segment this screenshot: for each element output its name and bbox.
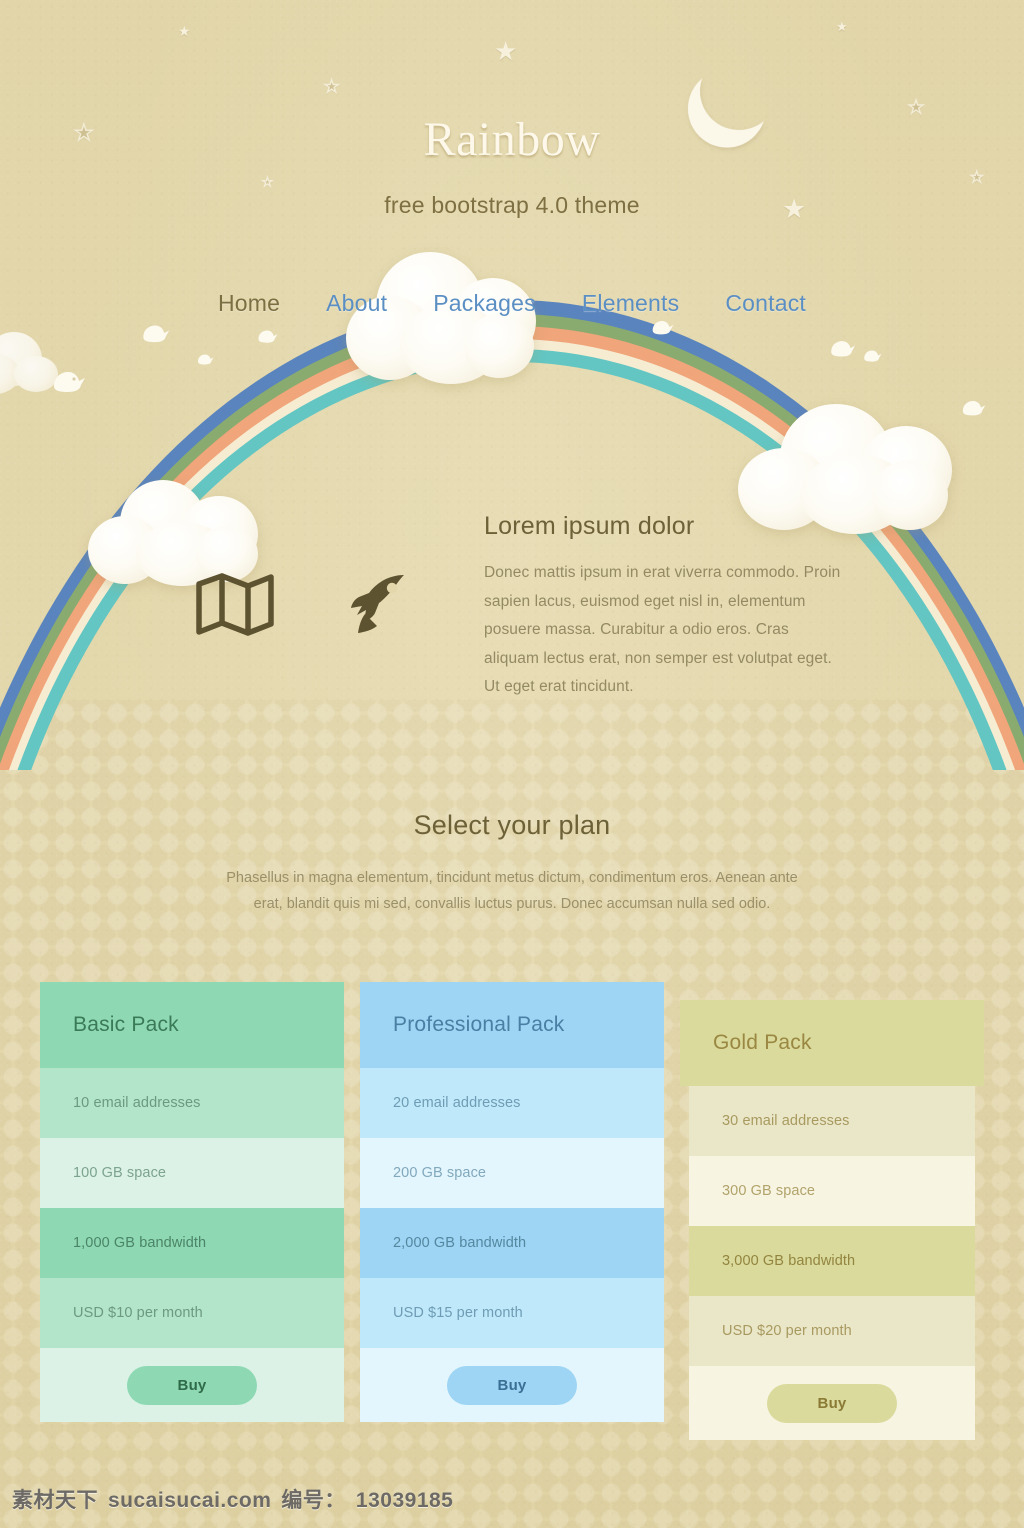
plan-footer: Buy (689, 1366, 975, 1440)
star-icon: ★ (261, 175, 273, 189)
plan-feature-row: 2,000 GB bandwidth (360, 1208, 664, 1278)
intro-heading: Lorem ipsum dolor (484, 512, 695, 540)
plan-card-gold[interactable]: Gold Pack 30 email addresses 300 GB spac… (680, 1000, 984, 1440)
plan-feature-row: 10 email addresses (40, 1068, 344, 1138)
nav-item-packages[interactable]: Packages (433, 290, 536, 317)
plan-card-basic[interactable]: Basic Pack 10 email addresses 100 GB spa… (40, 982, 344, 1422)
watermark-site: sucaisucai.com (108, 1489, 272, 1512)
page-subtitle: free bootstrap 4.0 theme (384, 192, 640, 218)
plan-feature-row: 1,000 GB bandwidth (40, 1208, 344, 1278)
page-title: Rainbow (423, 113, 601, 166)
watermark-id-label: 编号： (281, 1488, 346, 1512)
intro-body: Donec mattis ipsum in erat viverra commo… (484, 564, 841, 695)
buy-button[interactable]: Buy (767, 1383, 897, 1423)
plan-title: Gold Pack (680, 1000, 984, 1086)
nav-item-elements[interactable]: Elements (582, 290, 679, 317)
page-root: ★ ★ ★ ★ ★ ★ ★ ★ ★ Rainbow free bootstrap… (0, 0, 1024, 1528)
watermark-site-cn: 素材天下 (12, 1488, 98, 1512)
watermark-id-value: 13039185 (355, 1489, 454, 1512)
plan-feature-row: USD $15 per month (360, 1278, 664, 1348)
plan-feature-row: USD $20 per month (689, 1296, 975, 1366)
star-icon: ★ (969, 169, 984, 186)
intro-section: Lorem ipsum dolor Donec mattis ipsum in … (484, 512, 844, 702)
plan-feature-list: 30 email addresses 300 GB space 3,000 GB… (689, 1086, 975, 1366)
plan-feature-row: 300 GB space (689, 1156, 975, 1226)
main-navigation: Home About Packages Elements Contact (0, 290, 1024, 317)
buy-button[interactable]: Buy (447, 1365, 577, 1405)
plan-feature-list: 20 email addresses 200 GB space 2,000 GB… (360, 1068, 664, 1348)
plans-heading: Select your plan (413, 810, 611, 840)
nav-item-home[interactable]: Home (218, 290, 280, 317)
plan-card-professional[interactable]: Professional Pack 20 email addresses 200… (360, 982, 664, 1422)
watermark: 素材天下 sucaisucai.com 编号： 13039185 (12, 1484, 453, 1514)
plan-title: Professional Pack (360, 982, 664, 1068)
buy-button[interactable]: Buy (127, 1365, 257, 1405)
plans-description: Phasellus in magna elementum, tincidunt … (226, 870, 798, 912)
map-icon[interactable] (195, 572, 275, 636)
plan-feature-row: 3,000 GB bandwidth (689, 1226, 975, 1296)
star-icon: ★ (323, 77, 340, 96)
plan-title: Basic Pack (40, 982, 344, 1068)
feature-icon-group (195, 572, 409, 636)
plan-footer: Buy (360, 1348, 664, 1422)
nav-item-contact[interactable]: Contact (725, 290, 806, 317)
plan-feature-row: 100 GB space (40, 1138, 344, 1208)
plan-feature-row: 20 email addresses (360, 1068, 664, 1138)
plan-feature-row: USD $10 per month (40, 1278, 344, 1348)
plan-feature-row: 30 email addresses (689, 1086, 975, 1156)
star-icon: ★ (836, 19, 848, 34)
star-icon: ★ (494, 36, 518, 66)
plans-section-header: Select your plan Phasellus in magna elem… (0, 810, 1024, 917)
nav-item-about[interactable]: About (326, 290, 387, 317)
star-icon: ★ (178, 23, 191, 39)
pricing-plans: Basic Pack 10 email addresses 100 GB spa… (40, 982, 984, 1440)
rocket-icon[interactable] (347, 572, 409, 636)
plan-footer: Buy (40, 1348, 344, 1422)
plan-feature-list: 10 email addresses 100 GB space 1,000 GB… (40, 1068, 344, 1348)
plan-feature-row: 200 GB space (360, 1138, 664, 1208)
